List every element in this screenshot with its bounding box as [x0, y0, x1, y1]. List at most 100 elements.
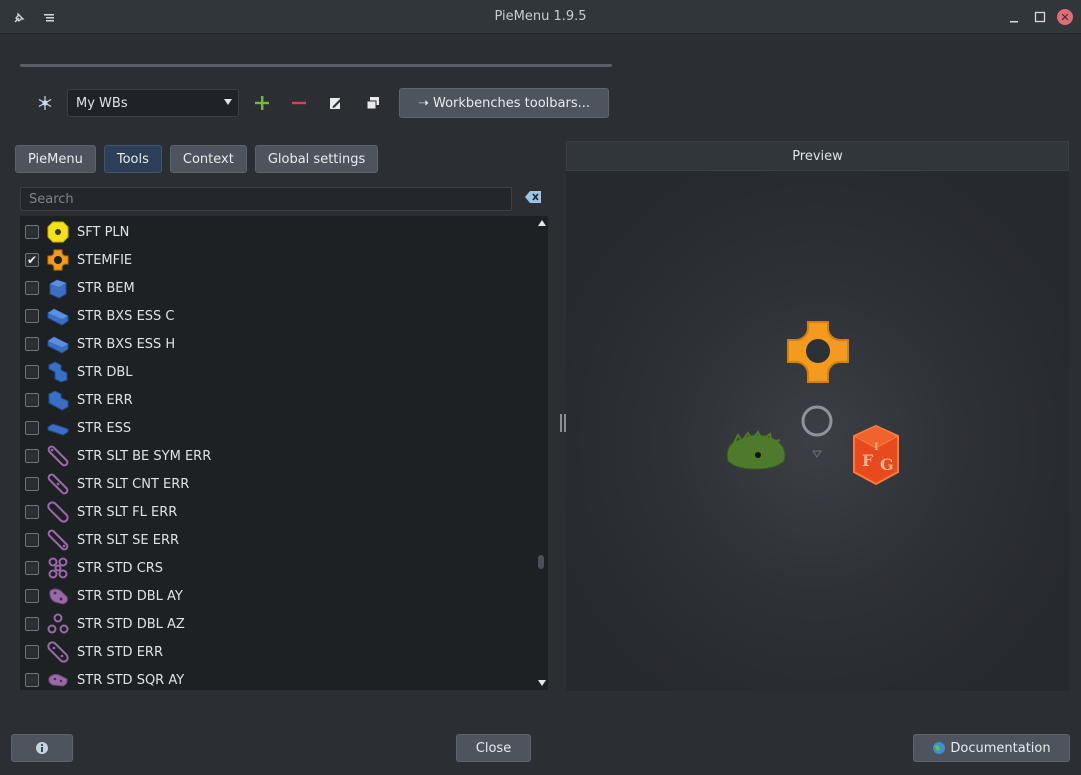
tab-global-settings[interactable]: Global settings: [254, 145, 379, 173]
checkbox[interactable]: [25, 533, 39, 547]
list-item[interactable]: STR BXS ESS H: [20, 330, 536, 358]
copy-button[interactable]: [358, 89, 388, 117]
list-scrollbar[interactable]: [536, 216, 548, 690]
list-item[interactable]: STR SLT BE SYM ERR: [20, 442, 536, 470]
list-item[interactable]: STR DBL: [20, 358, 536, 386]
list-item[interactable]: STR ESS: [20, 414, 536, 442]
list-item-label: STR ERR: [77, 392, 133, 408]
yellow-nut-icon: [47, 221, 69, 243]
tab-context[interactable]: Context: [169, 145, 247, 173]
list-item-label: STR SLT FL ERR: [77, 504, 178, 520]
blue-brick-icon: [47, 333, 69, 355]
add-button[interactable]: [247, 89, 277, 117]
checkbox[interactable]: [25, 561, 39, 575]
documentation-button[interactable]: Documentation: [913, 734, 1070, 762]
checkbox[interactable]: [25, 281, 39, 295]
checkbox[interactable]: [25, 421, 39, 435]
close-window-icon[interactable]: ✕: [1057, 9, 1073, 25]
list-item[interactable]: STR SLT CNT ERR: [20, 470, 536, 498]
close-button[interactable]: Close: [456, 734, 531, 762]
blue-brick-icon: [47, 361, 69, 383]
checkbox[interactable]: [25, 617, 39, 631]
info-icon: [36, 742, 48, 754]
workbench-select[interactable]: My WBs: [67, 89, 239, 117]
purple-link-icon: [47, 473, 69, 495]
checkbox[interactable]: [25, 589, 39, 603]
list-item[interactable]: STR STD CRS: [20, 554, 536, 582]
tab-piemenu[interactable]: PieMenu: [15, 145, 96, 173]
purple-plate-icon: [47, 585, 69, 607]
workbench-toolbar: My WBs ➝ Workbenches toolbars...: [30, 88, 609, 118]
checkbox[interactable]: [25, 505, 39, 519]
list-item-label: STR SLT CNT ERR: [77, 476, 190, 492]
svg-text:F: F: [862, 451, 874, 470]
snowflake-icon[interactable]: [30, 89, 60, 117]
checkbox[interactable]: [25, 225, 39, 239]
list-item-label: STR BXS ESS H: [77, 336, 176, 352]
stemfie-icon: [47, 249, 69, 271]
clear-search-icon[interactable]: [524, 190, 544, 206]
list-item[interactable]: SFT PLN: [20, 218, 536, 246]
list-item-label: SFT PLN: [77, 224, 130, 240]
scroll-down-icon[interactable]: [538, 680, 546, 686]
workbenches-toolbars-button[interactable]: ➝ Workbenches toolbars...: [399, 88, 609, 118]
blue-brick-icon: [47, 417, 69, 439]
maximize-icon[interactable]: [1031, 8, 1049, 26]
list-item-label: STR SLT BE SYM ERR: [77, 448, 212, 464]
list-item[interactable]: STR STD SQR AY: [20, 666, 536, 690]
info-button[interactable]: [11, 734, 73, 762]
list-item[interactable]: STR STD ERR: [20, 638, 536, 666]
tab-bar: PieMenu Tools Context Global settings: [15, 145, 379, 173]
checkbox[interactable]: [25, 645, 39, 659]
chevron-down-icon: [224, 99, 232, 105]
blue-brick-icon: [47, 277, 69, 299]
scroll-up-icon[interactable]: [538, 220, 546, 226]
list-item-label: STR BXS ESS C: [77, 308, 175, 324]
list-item-label: STR STD CRS: [77, 560, 164, 576]
list-item[interactable]: STR STD DBL AY: [20, 582, 536, 610]
purple-plate-icon: [47, 669, 69, 690]
fig-cube-icon: F G I: [852, 424, 900, 486]
tab-tools[interactable]: Tools: [103, 145, 162, 173]
triangle-indicator-icon: [812, 450, 822, 458]
documentation-label: Documentation: [950, 740, 1051, 756]
svg-text:G: G: [880, 455, 894, 474]
hedgehog-icon: [726, 430, 786, 470]
search-input[interactable]: Search: [20, 187, 512, 211]
purple-link-icon: [47, 445, 69, 467]
list-item[interactable]: ✔ STEMFIE: [20, 246, 536, 274]
list-item-label: STR STD ERR: [77, 644, 163, 660]
list-item-label: STR ESS: [77, 420, 132, 436]
list-item-label: STR STD DBL AZ: [77, 616, 185, 632]
list-item[interactable]: STR STD DBL AZ: [20, 610, 536, 638]
checkbox[interactable]: [25, 393, 39, 407]
list-item[interactable]: STR ERR: [20, 386, 536, 414]
preview-area: F G I: [566, 171, 1069, 691]
checkbox[interactable]: [25, 365, 39, 379]
checkbox-checked[interactable]: ✔: [25, 253, 39, 267]
list-item[interactable]: STR BEM: [20, 274, 536, 302]
pie-preview: F G I: [726, 321, 900, 486]
list-item[interactable]: STR BXS ESS C: [20, 302, 536, 330]
list-item-label: STR SLT SE ERR: [77, 532, 180, 548]
preview-header: Preview: [566, 141, 1069, 171]
remove-button[interactable]: [284, 89, 314, 117]
purple-link-icon: [47, 641, 69, 663]
edit-button[interactable]: [321, 89, 351, 117]
checkbox[interactable]: [25, 673, 39, 687]
title-bar: PieMenu 1.9.5 ✕: [0, 0, 1081, 34]
checkbox[interactable]: [25, 449, 39, 463]
scroll-handle[interactable]: [538, 555, 544, 569]
list-item[interactable]: STR SLT SE ERR: [20, 526, 536, 554]
center-ring-icon: [801, 405, 833, 437]
checkbox[interactable]: [25, 477, 39, 491]
purple-link-icon: [47, 501, 69, 523]
list-item-label: STEMFIE: [77, 252, 133, 268]
list-item[interactable]: STR SLT FL ERR: [20, 498, 536, 526]
minimize-icon[interactable]: [1005, 8, 1023, 26]
blue-brick-icon: [47, 305, 69, 327]
checkbox[interactable]: [25, 309, 39, 323]
checkbox[interactable]: [25, 337, 39, 351]
tool-list[interactable]: SFT PLN ✔ STEMFIE STR BEM STR BXS ESS C …: [20, 216, 548, 690]
globe-icon: [933, 742, 946, 754]
